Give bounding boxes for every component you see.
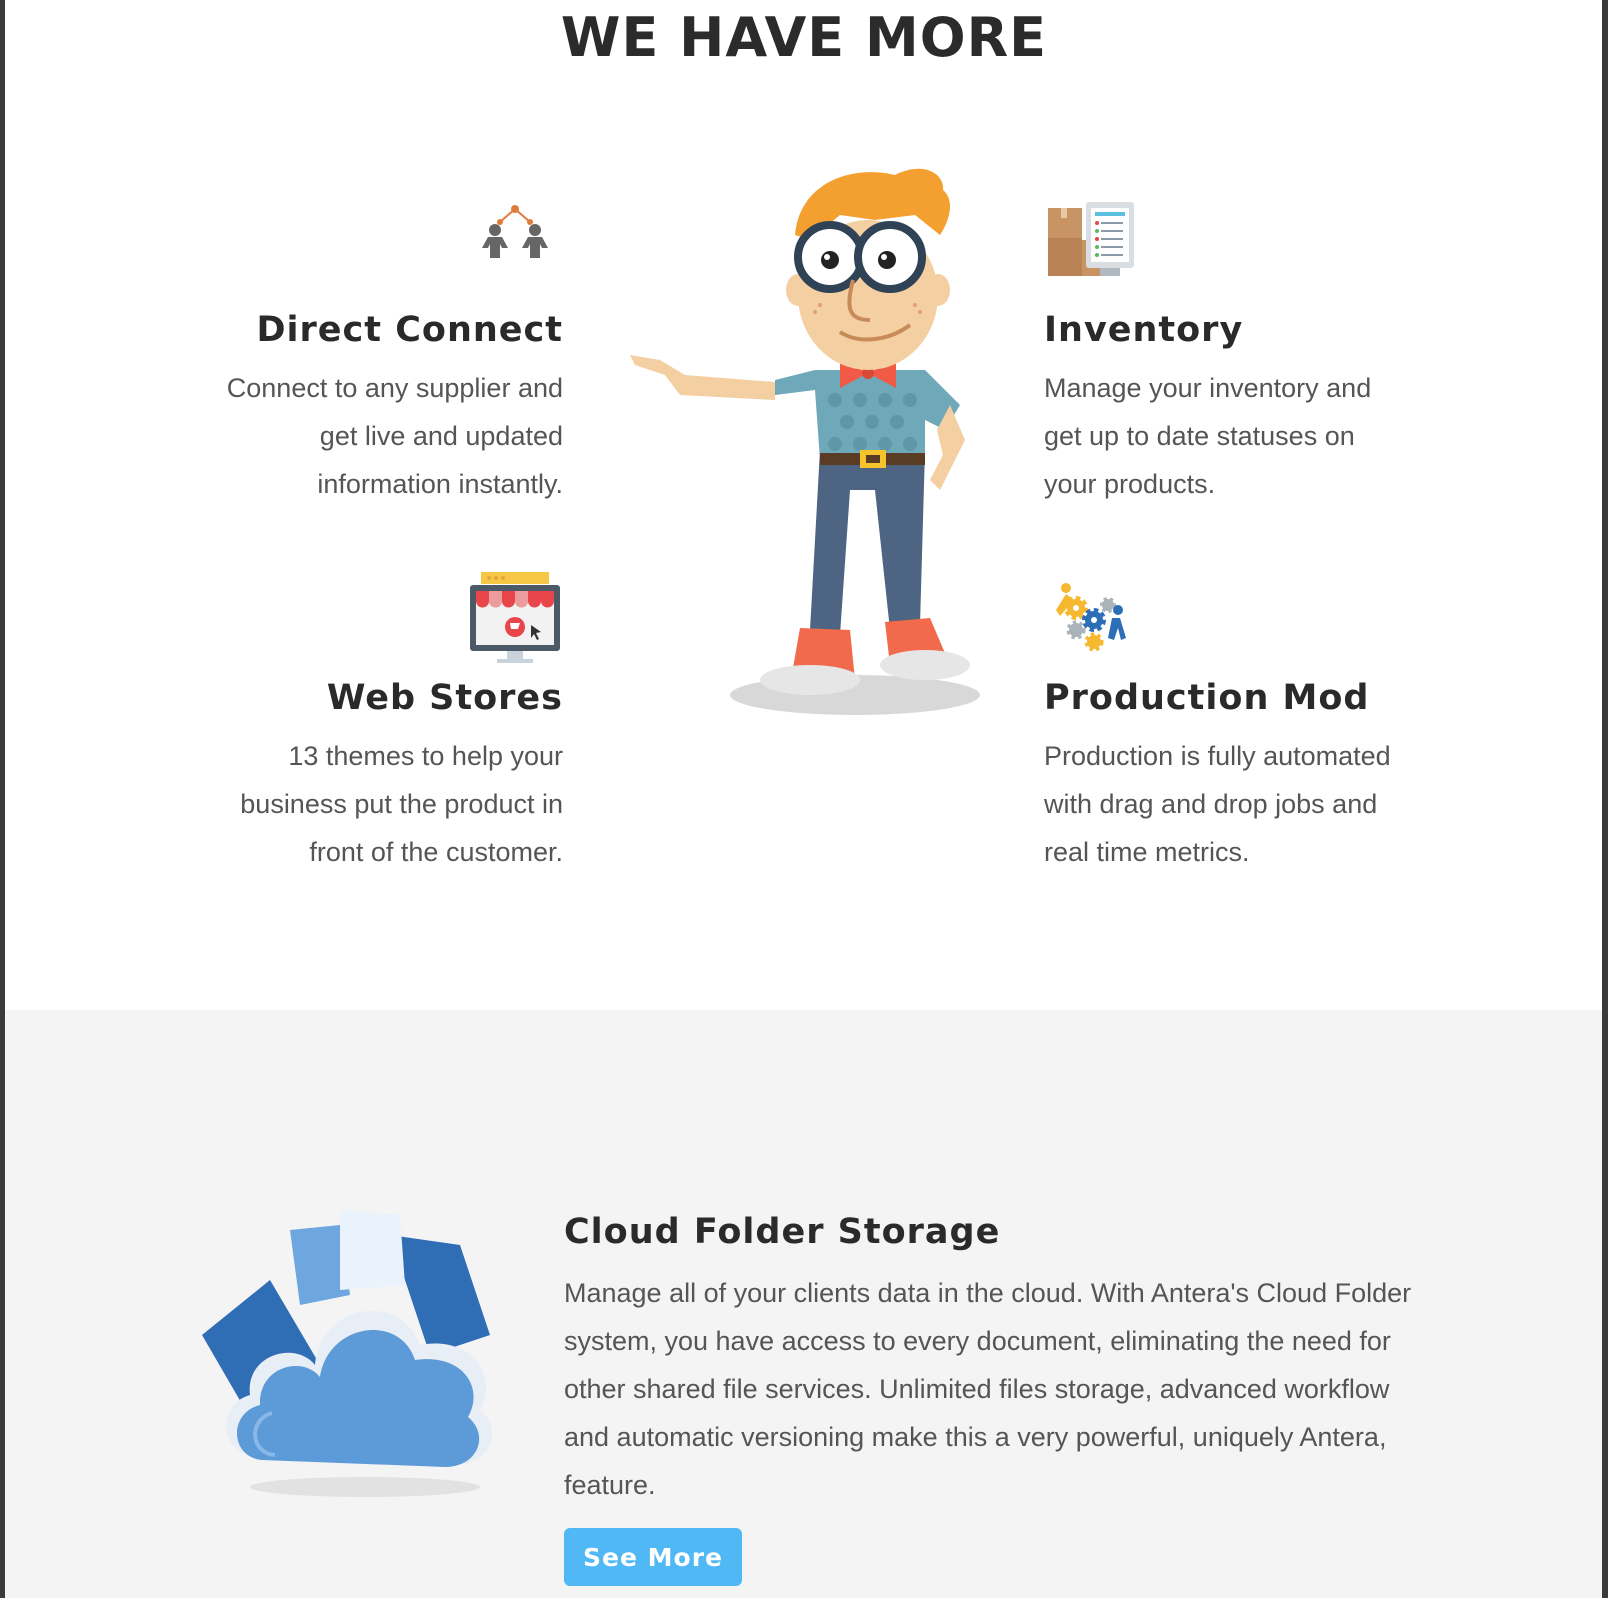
- boxes-checklist-icon: [1048, 202, 1134, 276]
- feature-description: Production is fully automated with drag …: [1044, 741, 1391, 867]
- cloud-storage-title: Cloud Folder Storage: [564, 1212, 1001, 1252]
- feature-web-stores: Web Stores 13 themes to help your busine…: [203, 676, 563, 876]
- feature-title: Inventory: [1044, 310, 1244, 350]
- feature-production-mod: Production Mod Production is fully autom…: [1044, 676, 1404, 876]
- cloud-storage-description: Manage all of your clients data in the c…: [564, 1278, 1412, 1500]
- feature-inventory: Inventory Manage your inventory and get …: [1044, 308, 1404, 508]
- see-more-button[interactable]: See More: [564, 1528, 742, 1586]
- window-frame-right: [1602, 0, 1608, 1598]
- feature-title: Production Mod: [1044, 678, 1370, 718]
- section-title: WE HAVE MORE: [560, 6, 1048, 69]
- feature-title: Web Stores: [326, 678, 563, 718]
- feature-description: Manage your inventory and get up to date…: [1044, 373, 1372, 499]
- people-network-icon: [482, 205, 548, 258]
- cloud-folder-icon: [202, 1210, 493, 1497]
- feature-description: Connect to any supplier and get live and…: [226, 373, 563, 499]
- feature-direct-connect: Direct Connect Connect to any supplier a…: [203, 308, 563, 508]
- feature-description: 13 themes to help your business put the …: [240, 741, 563, 867]
- storefront-monitor-icon: [470, 572, 560, 663]
- gears-workers-icon: [1056, 583, 1126, 652]
- feature-title: Direct Connect: [256, 310, 563, 350]
- mascot-illustration: [630, 168, 980, 715]
